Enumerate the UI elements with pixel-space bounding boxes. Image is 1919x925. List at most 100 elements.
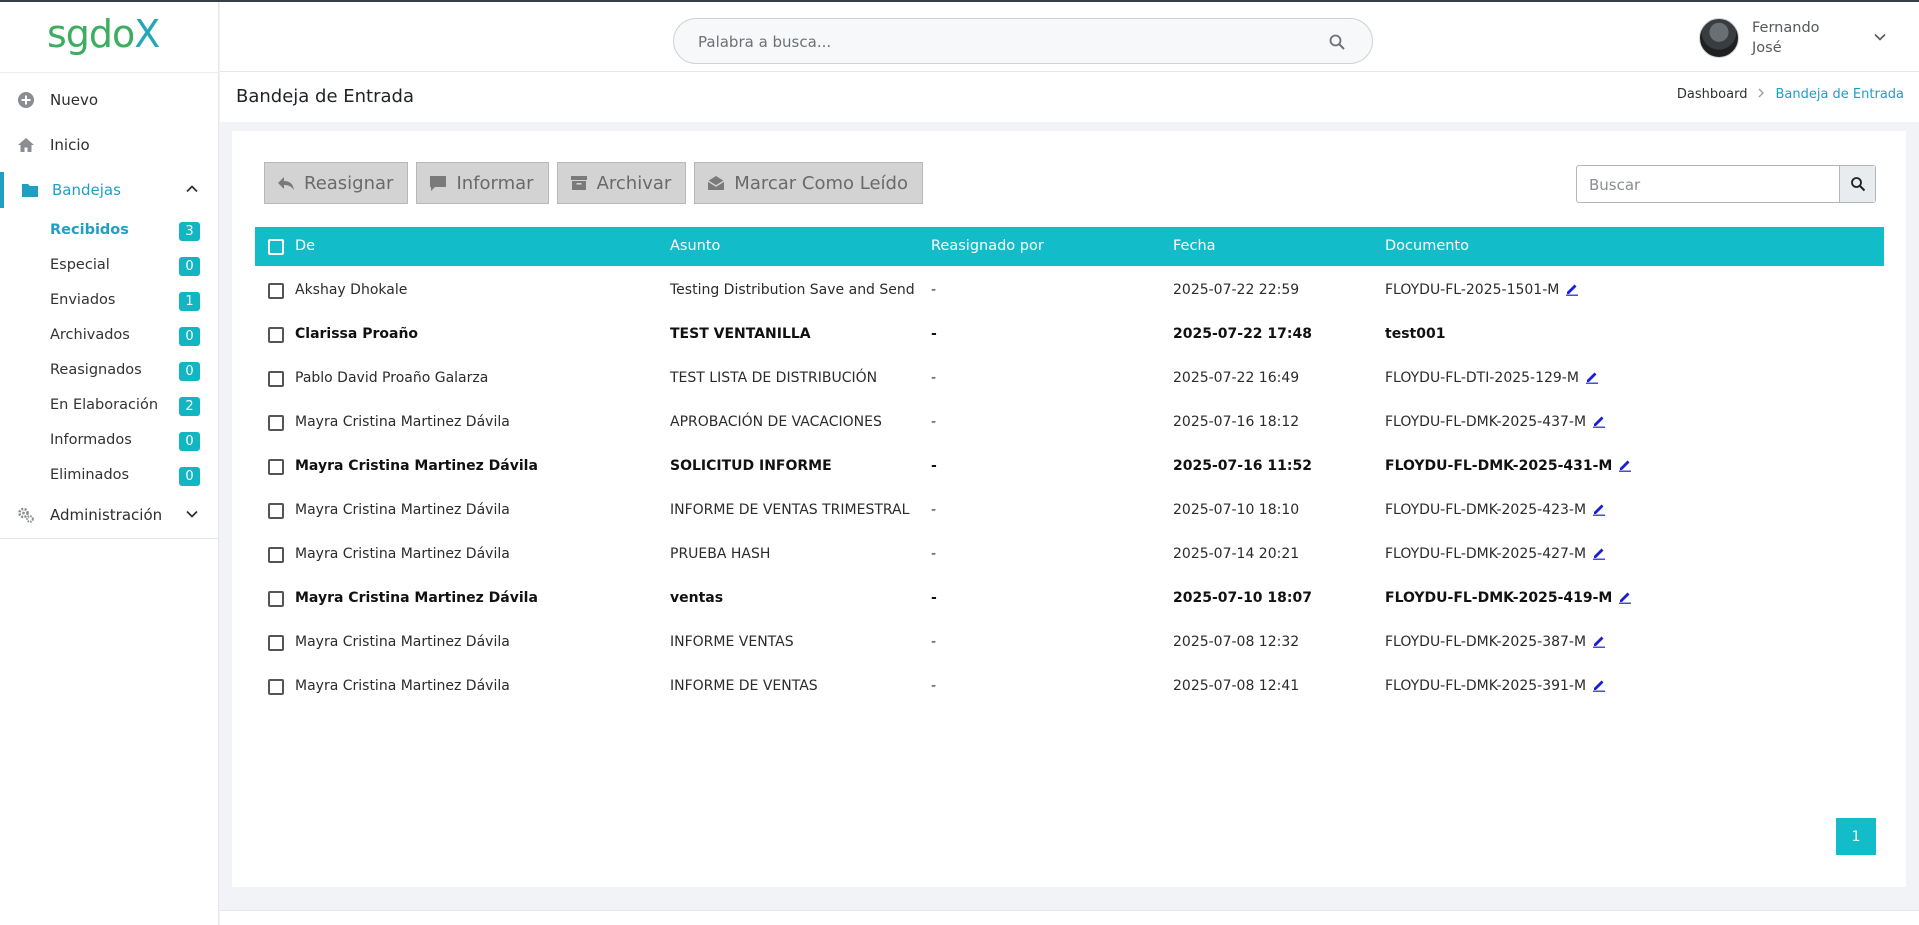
cell-asunto-text: ventas	[670, 590, 724, 606]
cell-reasignado: -	[931, 414, 936, 430]
table-row[interactable]: Akshay Dhokale Testing Distribution Save …	[255, 268, 1884, 312]
edit-pencil-icon[interactable]	[1592, 414, 1606, 428]
informar-button[interactable]: Informar	[416, 162, 549, 204]
avatar	[1699, 18, 1739, 58]
cell-documento: FLOYDU-FL-DMK-2025-387-M	[1385, 634, 1606, 650]
cell-fecha: 2025-07-14 20:21	[1173, 546, 1299, 562]
table-row[interactable]: Mayra Cristina Martinez Dávila INFORME VE…	[255, 620, 1884, 664]
count-badge: 3	[179, 222, 200, 241]
search-icon[interactable]	[1328, 33, 1346, 51]
sidebar-subitem-reasignados[interactable]: Reasignados 0	[0, 355, 219, 385]
table-row[interactable]: Pablo David Proaño Galarza TEST LISTA DE …	[255, 356, 1884, 400]
row-checkbox[interactable]	[268, 415, 284, 431]
archivar-button[interactable]: Archivar	[556, 162, 687, 204]
table-row[interactable]: Clarissa Proaño TEST VENTANILLA - 2025-07-2…	[255, 312, 1884, 356]
button-label: Archivar	[596, 172, 672, 194]
edit-pencil-icon[interactable]	[1565, 282, 1579, 296]
row-checkbox[interactable]	[268, 503, 284, 519]
sidebar-item-nuevo[interactable]: Nuevo	[0, 82, 219, 118]
plus-circle-icon	[17, 91, 35, 109]
cell-de-text: Akshay Dhokale	[295, 282, 408, 298]
column-header-asunto[interactable]: Asunto	[670, 238, 720, 254]
cell-de: Mayra Cristina Martinez Dávila	[295, 546, 510, 562]
sgdox-logo[interactable]: sgdoX	[47, 14, 173, 58]
cell-fecha-text: 2025-07-10 18:10	[1173, 502, 1300, 518]
chevron-down-icon[interactable]	[1873, 29, 1887, 43]
column-header-fecha[interactable]: Fecha	[1173, 238, 1216, 254]
chevron-down-icon[interactable]	[185, 507, 199, 521]
row-checkbox[interactable]	[268, 547, 284, 563]
table-row[interactable]: Mayra Cristina Martinez Dávila PRUEBA HAS…	[255, 532, 1884, 576]
cell-de-text: Mayra Cristina Martinez Dávila	[295, 590, 538, 606]
user-first-name: Fernando	[1752, 20, 1820, 36]
user-last-name: José	[1752, 40, 1782, 56]
sidebar-subitem-enviados[interactable]: Enviados 1	[0, 285, 219, 315]
cell-de: Pablo David Proaño Galarza	[295, 370, 488, 386]
sidebar-item-administracion[interactable]: Administración	[0, 497, 219, 533]
divider	[0, 72, 219, 73]
count-badge: 2	[179, 397, 200, 416]
table-row[interactable]: Mayra Cristina Martinez Dávila INFORME DE…	[255, 488, 1884, 532]
cell-asunto: ventas	[670, 590, 723, 606]
action-toolbar: Reasignar Informar Archivar Marcar Como …	[264, 162, 923, 204]
home-icon	[17, 136, 35, 154]
chevron-up-icon[interactable]	[185, 182, 199, 196]
cell-de: Mayra Cristina Martinez Dávila	[295, 458, 538, 474]
reasignar-button[interactable]: Reasignar	[264, 162, 409, 204]
sidebar-subitem-eliminados[interactable]: Eliminados 0	[0, 460, 219, 490]
sidebar: sgdoX Nuevo Inicio Bandejas Recibidos 3 Es…	[0, 2, 219, 925]
cell-documento-text: test001	[1385, 326, 1446, 342]
table-row[interactable]: Mayra Cristina Martinez Dávila INFORME DE…	[255, 664, 1884, 708]
table-search-input[interactable]	[1589, 174, 1829, 196]
count-badge: 0	[179, 327, 200, 346]
sidebar-subitem-informados[interactable]: Informados 0	[0, 425, 219, 455]
column-header-documento[interactable]: Documento	[1385, 238, 1469, 254]
user-menu[interactable]: Fernando José	[1699, 16, 1889, 62]
breadcrumb-dashboard[interactable]: Dashboard	[1677, 87, 1748, 102]
edit-pencil-icon[interactable]	[1592, 546, 1606, 560]
cell-asunto-text: PRUEBA HASH	[670, 546, 771, 562]
cell-reasignado-text: -	[931, 370, 937, 386]
row-checkbox[interactable]	[268, 635, 284, 651]
sidebar-subitem-especial[interactable]: Especial 0	[0, 250, 219, 280]
edit-pencil-icon[interactable]	[1618, 590, 1632, 604]
sidebar-subitem-archivados[interactable]: Archivados 0	[0, 320, 219, 350]
row-checkbox[interactable]	[268, 459, 284, 475]
sidebar-item-label: Administración	[50, 506, 163, 524]
global-search-input[interactable]	[698, 30, 1298, 54]
edit-pencil-icon[interactable]	[1592, 502, 1606, 516]
search-button[interactable]	[1839, 166, 1875, 202]
sidebar-subitem-recibidos[interactable]: Recibidos 3	[0, 215, 219, 245]
cell-asunto: INFORME VENTAS	[670, 634, 794, 650]
row-checkbox[interactable]	[268, 327, 284, 343]
sidebar-item-inicio[interactable]: Inicio	[0, 127, 219, 163]
cell-reasignado-text: -	[931, 414, 937, 430]
table-row[interactable]: Mayra Cristina Martinez Dávila ventas - 202…	[255, 576, 1884, 620]
edit-pencil-icon[interactable]	[1592, 678, 1606, 692]
edit-pencil-icon[interactable]	[1592, 634, 1606, 648]
column-header-de[interactable]: De	[295, 238, 315, 254]
cell-reasignado: -	[931, 458, 937, 474]
column-header-reasignado[interactable]: Reasignado por	[931, 238, 1044, 254]
edit-pencil-icon[interactable]	[1618, 458, 1632, 472]
sidebar-subitem-en-elaboraci-n[interactable]: En Elaboración 2	[0, 390, 219, 420]
cell-asunto: TEST LISTA DE DISTRIBUCIÓN	[670, 370, 877, 386]
table-row[interactable]: Mayra Cristina Martinez Dávila SOLICITUD …	[255, 444, 1884, 488]
cell-de: Mayra Cristina Martinez Dávila	[295, 414, 510, 430]
row-checkbox[interactable]	[268, 591, 284, 607]
table-row[interactable]: Mayra Cristina Martinez Dávila APROBACIÓN…	[255, 400, 1884, 444]
row-checkbox[interactable]	[268, 283, 284, 299]
edit-pencil-icon[interactable]	[1585, 370, 1599, 384]
row-checkbox[interactable]	[268, 679, 284, 695]
sidebar-subitem-label: Eliminados	[50, 467, 130, 483]
sidebar-item-label: Bandejas	[52, 181, 121, 199]
marcar-leido-button[interactable]: Marcar Como Leído	[694, 162, 923, 204]
global-search[interactable]	[673, 18, 1373, 64]
page-button-1[interactable]: 1	[1836, 818, 1876, 855]
row-checkbox[interactable]	[268, 371, 284, 387]
sidebar-item-bandejas[interactable]: Bandejas	[0, 172, 219, 208]
select-all-checkbox[interactable]	[268, 239, 284, 255]
cell-reasignado-text: -	[931, 634, 937, 650]
cell-reasignado: -	[931, 634, 936, 650]
cell-fecha: 2025-07-10 18:07	[1173, 590, 1312, 606]
